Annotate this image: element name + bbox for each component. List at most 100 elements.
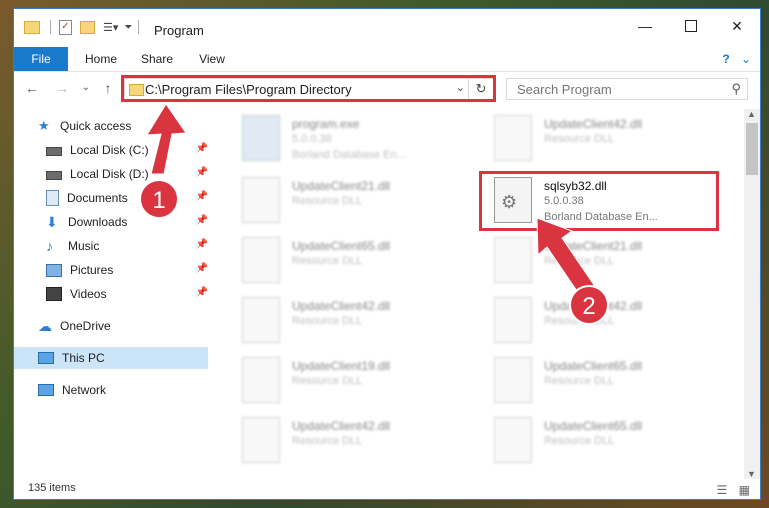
list-item[interactable]: UpdateClient65.dll Resource DLL xyxy=(482,351,732,411)
pin-icon[interactable]: 📌 xyxy=(196,191,208,202)
file-type: Resource DLL xyxy=(544,375,615,387)
list-item[interactable]: UpdateClient21.dll Resource DLL xyxy=(230,171,480,231)
sidebar-item-videos[interactable]: Videos 📌 xyxy=(46,283,208,305)
recent-locations-button[interactable]: ⌄ xyxy=(76,79,96,97)
tab-share[interactable]: Share xyxy=(134,47,180,71)
search-input[interactable] xyxy=(515,81,719,98)
sidebar-item-pictures[interactable]: Pictures 📌 xyxy=(46,259,208,281)
new-folder-icon[interactable] xyxy=(80,20,95,34)
documents-icon xyxy=(46,190,59,206)
sidebar-item-label: Local Disk (D:) xyxy=(70,167,149,181)
large-icons-view-icon[interactable]: ▦ xyxy=(739,483,750,497)
vertical-scrollbar[interactable]: ▲ ▼ xyxy=(744,109,760,479)
close-button[interactable]: ✕ xyxy=(714,9,760,43)
item-count: 135 items xyxy=(28,482,76,494)
sidebar-item-label: Documents xyxy=(67,191,128,205)
pin-icon[interactable]: 📌 xyxy=(196,143,208,154)
separator xyxy=(138,20,140,34)
dll-file-icon xyxy=(242,237,280,283)
list-item[interactable]: UpdateClient42.dll Resource DLL xyxy=(230,411,480,471)
tab-home[interactable]: Home xyxy=(76,47,126,71)
scrollbar-thumb[interactable] xyxy=(746,123,758,175)
close-icon: ✕ xyxy=(731,17,743,34)
properties-icon[interactable]: ✓ xyxy=(59,19,72,35)
sidebar-item-onedrive[interactable]: ☁ OneDrive xyxy=(38,315,208,337)
arrow-up-icon: ↑ xyxy=(104,80,112,96)
quick-access-toolbar: ✓ ☰▾ ⏷ xyxy=(24,19,140,35)
downloads-icon: ⬇ xyxy=(46,214,58,230)
sidebar-item-label: Downloads xyxy=(68,215,128,229)
cloud-icon: ☁ xyxy=(38,318,52,334)
file-type: Resource DLL xyxy=(292,375,363,387)
sidebar-item-network[interactable]: Network xyxy=(38,379,208,401)
details-view-icon[interactable]: ☰ xyxy=(717,483,728,497)
search-box[interactable]: ⚲ xyxy=(506,78,748,100)
chevron-down-icon[interactable]: ⏷ xyxy=(124,22,132,33)
separator xyxy=(50,20,51,34)
sidebar-item-music[interactable]: ♪ Music 📌 xyxy=(46,235,208,257)
arrow-right-icon: → xyxy=(55,80,69,96)
expand-ribbon-icon[interactable]: ⌄ xyxy=(736,47,756,71)
sidebar-item-this-pc[interactable]: This PC xyxy=(14,347,208,369)
maximize-icon xyxy=(685,20,697,32)
file-name: UpdateClient65.dll xyxy=(292,239,391,253)
ribbon-tabs: File Home Share View ⌄ ? xyxy=(14,47,760,72)
up-button[interactable]: ↑ xyxy=(98,79,118,97)
dll-file-icon xyxy=(242,177,280,223)
computer-icon xyxy=(38,352,54,364)
tab-file[interactable]: File xyxy=(14,47,68,71)
dll-file-icon xyxy=(242,417,280,463)
list-item[interactable]: UpdateClient42.dll Resource DLL xyxy=(482,109,732,169)
sidebar-item-label: Quick access xyxy=(60,119,132,133)
sidebar-item-downloads[interactable]: ⬇ Downloads 📌 xyxy=(46,211,208,233)
file-explorer-window: ✓ ☰▾ ⏷ Program — ✕ File Home Share View … xyxy=(13,8,761,500)
folder-icon[interactable] xyxy=(24,20,40,34)
file-list: program.exe 5.0.0.38 Borland Database En… xyxy=(220,109,744,479)
step-2-badge: 2 xyxy=(569,285,609,325)
sidebar-item-label: Music xyxy=(68,239,100,253)
file-name: UpdateClient19.dll xyxy=(292,359,391,373)
list-item[interactable]: UpdateClient21.dll Resource DLL xyxy=(482,231,732,291)
drive-icon xyxy=(46,171,62,180)
scroll-up-icon[interactable]: ▲ xyxy=(747,109,756,119)
file-name: UpdateClient21.dll xyxy=(544,239,643,253)
file-type: Resource DLL xyxy=(544,133,615,145)
file-type: Resource DLL xyxy=(292,255,363,267)
minimize-button[interactable]: — xyxy=(622,9,668,43)
file-description: Borland Database En... xyxy=(292,149,406,161)
sidebar-item-local-disk-c[interactable]: Local Disk (C:) 📌 xyxy=(46,139,208,161)
dll-file-icon xyxy=(494,297,532,343)
application-icon xyxy=(242,115,280,161)
pin-icon[interactable]: 📌 xyxy=(196,167,208,178)
dll-file-icon xyxy=(494,357,532,403)
drive-icon xyxy=(46,147,62,156)
pin-icon[interactable]: 📌 xyxy=(196,239,208,250)
step-1-badge: 1 xyxy=(139,179,179,219)
navigation-pane: ★ Quick access Local Disk (C:) 📌 Local D… xyxy=(14,113,210,473)
customize-icon[interactable]: ☰▾ xyxy=(103,21,118,34)
sidebar-item-local-disk-d[interactable]: Local Disk (D:) 📌 xyxy=(46,163,208,185)
maximize-button[interactable] xyxy=(668,9,714,43)
sidebar-item-documents[interactable]: Documents 📌 xyxy=(46,187,208,209)
sidebar-item-quick-access[interactable]: ★ Quick access xyxy=(38,115,232,137)
chevron-down-icon: ⌄ xyxy=(81,82,91,93)
search-icon: ⚲ xyxy=(731,81,741,96)
forward-button[interactable]: → xyxy=(52,79,72,97)
dll-file-icon xyxy=(494,115,532,161)
pin-icon[interactable]: 📌 xyxy=(196,263,208,274)
list-item[interactable]: UpdateClient42.dll Resource DLL xyxy=(230,291,480,351)
file-type: Resource DLL xyxy=(544,255,615,267)
file-type: Resource DLL xyxy=(292,195,363,207)
sidebar-item-label: Pictures xyxy=(70,263,114,277)
back-button[interactable]: ← xyxy=(22,79,42,97)
list-item[interactable]: UpdateClient19.dll Resource DLL xyxy=(230,351,480,411)
pin-icon[interactable]: 📌 xyxy=(196,215,208,226)
list-item[interactable]: UpdateClient65.dll Resource DLL xyxy=(482,411,732,471)
tab-view[interactable]: View xyxy=(190,47,234,71)
help-icon[interactable]: ? xyxy=(718,47,734,71)
arrow-left-icon: ← xyxy=(25,80,39,96)
pin-icon[interactable]: 📌 xyxy=(196,287,208,298)
scroll-down-icon[interactable]: ▼ xyxy=(747,469,756,479)
list-item[interactable]: program.exe 5.0.0.38 Borland Database En… xyxy=(230,109,480,169)
list-item[interactable]: UpdateClient65.dll Resource DLL xyxy=(230,231,480,291)
